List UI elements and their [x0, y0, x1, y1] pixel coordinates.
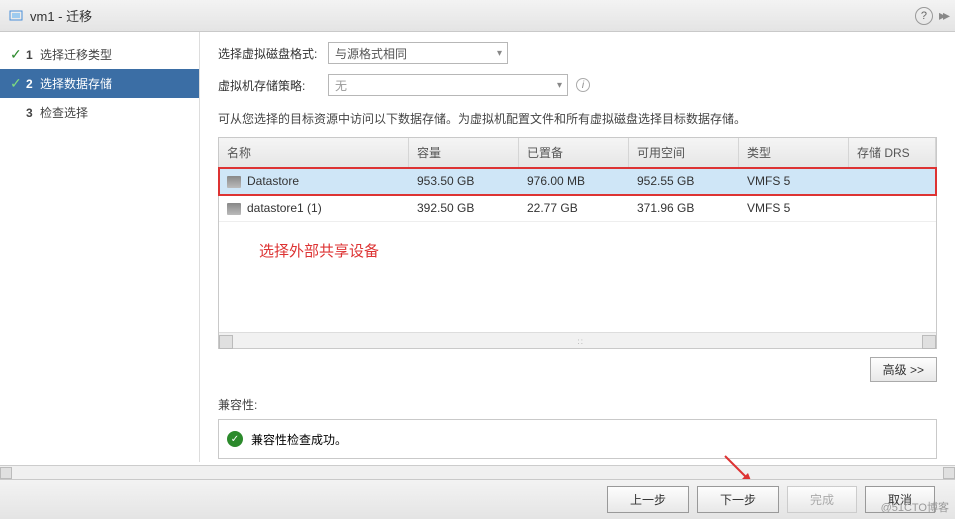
compat-label: 兼容性:: [218, 396, 937, 413]
advanced-button[interactable]: 高级 >>: [870, 357, 937, 382]
annotation-text: 选择外部共享设备: [219, 222, 936, 261]
dialog-title: vm1 - 迁移: [30, 6, 92, 25]
col-name[interactable]: 名称: [219, 138, 409, 167]
col-free[interactable]: 可用空间: [629, 138, 739, 167]
next-button[interactable]: 下一步: [697, 486, 779, 513]
table-row[interactable]: datastore1 (1) 392.50 GB 22.77 GB 371.96…: [219, 195, 936, 222]
dialog-footer: 上一步 下一步 完成 取消: [0, 479, 955, 519]
dialog-header: vm1 - 迁移 ? ▸▸: [0, 0, 955, 32]
success-icon: ✓: [227, 431, 243, 447]
col-provisioned[interactable]: 已置备: [519, 138, 629, 167]
main-panel: 选择虚拟磁盘格式: 与源格式相同 虚拟机存储策略: 无 i 可从您选择的目标资源…: [200, 32, 955, 462]
step-review[interactable]: 3 检查选择: [0, 98, 199, 127]
table-header: 名称 容量 已置备 可用空间 类型 存储 DRS: [219, 138, 936, 168]
table-scrollbar[interactable]: ::: [219, 332, 936, 348]
step-label: 选择迁移类型: [40, 46, 112, 63]
storage-policy-select[interactable]: 无: [328, 74, 568, 96]
back-button[interactable]: 上一步: [607, 486, 689, 513]
disk-format-label: 选择虚拟磁盘格式:: [218, 45, 328, 62]
disk-format-select[interactable]: 与源格式相同: [328, 42, 508, 64]
datastore-icon: [227, 203, 241, 215]
vm-icon: [8, 8, 24, 24]
col-type[interactable]: 类型: [739, 138, 849, 167]
outer-scrollbar[interactable]: [0, 465, 955, 479]
collapse-icon[interactable]: ▸▸: [939, 7, 947, 24]
help-icon[interactable]: ?: [915, 7, 933, 25]
compat-box: ✓ 兼容性检查成功。: [218, 419, 937, 459]
wizard-sidebar: ✓ 1 选择迁移类型 ✓ 2 选择数据存储 3 检查选择: [0, 32, 200, 462]
table-row[interactable]: Datastore 953.50 GB 976.00 MB 952.55 GB …: [219, 168, 936, 195]
col-capacity[interactable]: 容量: [409, 138, 519, 167]
step-label: 检查选择: [40, 104, 88, 121]
step-datastore[interactable]: ✓ 2 选择数据存储: [0, 69, 199, 98]
description-text: 可从您选择的目标资源中访问以下数据存储。为虚拟机配置文件和所有虚拟磁盘选择目标数…: [218, 110, 937, 127]
info-icon[interactable]: i: [576, 78, 590, 92]
step-label: 选择数据存储: [40, 75, 112, 92]
col-drs[interactable]: 存储 DRS: [849, 138, 936, 167]
check-icon: ✓: [10, 46, 26, 63]
check-icon: ✓: [10, 75, 26, 92]
datastore-table: 名称 容量 已置备 可用空间 类型 存储 DRS Datastore 953.5…: [218, 137, 937, 349]
datastore-icon: [227, 176, 241, 188]
finish-button: 完成: [787, 486, 857, 513]
storage-policy-label: 虚拟机存储策略:: [218, 77, 328, 94]
watermark: @51CTO博客: [881, 499, 949, 515]
compat-message: 兼容性检查成功。: [251, 431, 347, 448]
step-migration-type[interactable]: ✓ 1 选择迁移类型: [0, 40, 199, 69]
